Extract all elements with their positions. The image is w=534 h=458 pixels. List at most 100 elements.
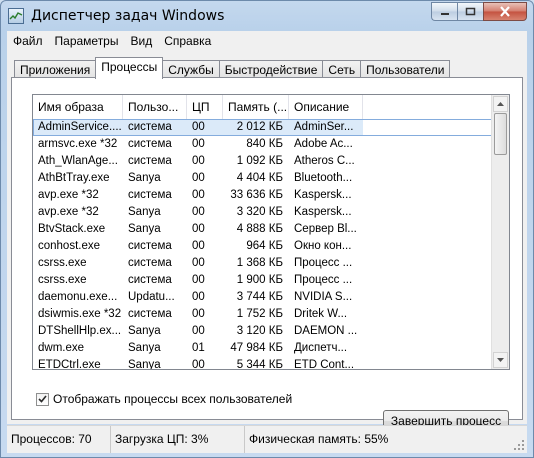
scroll-thumb[interactable] bbox=[494, 113, 507, 155]
cell-image-name: conhost.exe bbox=[38, 240, 101, 252]
tab-users[interactable]: Пользователи bbox=[360, 60, 451, 78]
tab-performance[interactable]: Быстродействие bbox=[218, 60, 324, 78]
cell-memory: 3 744 КБ bbox=[236, 291, 283, 303]
cell-user: система bbox=[123, 119, 187, 136]
cell-memory: 33 636 КБ bbox=[230, 189, 283, 201]
table-row[interactable]: AdminService.... система 00 2 012 КБ AdminSe… bbox=[33, 119, 493, 136]
menu-options[interactable]: Параметры bbox=[49, 32, 125, 50]
cell-image-name: avp.exe *32 bbox=[38, 189, 99, 201]
table-row[interactable]: csrss.exe система 00 1 900 КБ Процесс ... bbox=[33, 272, 493, 289]
cell-user: система bbox=[128, 257, 172, 269]
cell-memory: 4 404 КБ bbox=[236, 172, 283, 184]
table-row[interactable]: AthBtTray.exe Sanya 00 4 404 КБ Bluetooth... bbox=[33, 170, 493, 187]
checkmark-icon bbox=[38, 395, 47, 403]
menu-view[interactable]: Вид bbox=[124, 32, 158, 50]
cell-image-name: dwm.exe bbox=[38, 342, 85, 354]
cell-memory: 47 984 КБ bbox=[230, 342, 283, 354]
column-description[interactable]: Описание bbox=[289, 95, 363, 119]
cell-cpu: 00 bbox=[192, 223, 205, 235]
processes-panel: Имя образа Пользо... ЦП Память (... Опис… bbox=[11, 77, 523, 432]
status-bar: Процессов: 70 Загрузка ЦП: 3% Физическая… bbox=[7, 425, 527, 453]
table-row[interactable]: Ath_WlanAge... система 00 1 092 КБ Atheros C… bbox=[33, 153, 493, 170]
table-row[interactable]: conhost.exe система 00 964 КБ Окно кон... bbox=[33, 238, 493, 255]
close-button[interactable] bbox=[483, 2, 527, 21]
task-manager-icon bbox=[8, 8, 24, 24]
table-row[interactable]: ETDCtrl.exe Sanya 00 5 344 КБ ETD Cont... bbox=[33, 357, 493, 370]
cell-user: Sanya bbox=[128, 206, 161, 218]
cell-memory: 3 320 КБ bbox=[236, 206, 283, 218]
table-row[interactable]: dwm.exe Sanya 01 47 984 КБ Диспетч... bbox=[33, 340, 493, 357]
list-body: AdminService.... система 00 2 012 КБ AdminSe… bbox=[33, 119, 493, 369]
cell-user: система bbox=[128, 240, 172, 252]
process-list[interactable]: Имя образа Пользо... ЦП Память (... Опис… bbox=[32, 94, 510, 370]
cell-image-name: AdminService.... bbox=[33, 119, 123, 136]
cell-user: Sanya bbox=[128, 342, 161, 354]
cell-cpu: 00 bbox=[192, 172, 205, 184]
column-cpu[interactable]: ЦП bbox=[187, 95, 223, 119]
cell-cpu: 01 bbox=[192, 342, 205, 354]
table-row[interactable]: BtvStack.exe Sanya 00 4 888 КБ Сервер Bl... bbox=[33, 221, 493, 238]
arrow-down-icon bbox=[497, 358, 504, 362]
tab-applications[interactable]: Приложения bbox=[14, 60, 97, 78]
menu-bar: Файл Параметры Вид Справка bbox=[7, 31, 527, 51]
tab-network[interactable]: Сеть bbox=[322, 60, 362, 78]
cell-description: Сервер Bl... bbox=[294, 223, 357, 235]
cell-description: Adobe Ac... bbox=[294, 138, 353, 150]
maximize-button[interactable] bbox=[457, 2, 483, 21]
cell-user: система bbox=[128, 308, 172, 320]
cell-image-name: csrss.exe bbox=[38, 274, 87, 286]
tab-services[interactable]: Службы bbox=[162, 60, 220, 78]
cell-memory: 1 752 КБ bbox=[236, 308, 283, 320]
cell-image-name: BtvStack.exe bbox=[38, 223, 106, 235]
menu-help[interactable]: Справка bbox=[158, 32, 217, 50]
cell-cpu: 00 bbox=[192, 257, 205, 269]
cell-cpu: 00 bbox=[192, 138, 205, 150]
cell-image-name: daemonu.exe... bbox=[38, 291, 118, 303]
vertical-scrollbar[interactable] bbox=[491, 95, 509, 369]
cell-description: Окно кон... bbox=[294, 240, 352, 252]
cell-user: Sanya bbox=[128, 359, 161, 370]
table-row[interactable]: csrss.exe система 00 1 368 КБ Процесс ... bbox=[33, 255, 493, 272]
tab-strip: Приложения Процессы Службы Быстродействи… bbox=[14, 57, 451, 79]
client-area: Приложения Процессы Службы Быстродействи… bbox=[7, 51, 527, 432]
cell-description: Kaspersk... bbox=[294, 206, 352, 218]
cell-cpu: 00 bbox=[192, 189, 205, 201]
show-all-users-checkbox[interactable] bbox=[36, 392, 49, 406]
cell-user: Sanya bbox=[128, 223, 161, 235]
cell-description: Диспетч... bbox=[294, 342, 348, 354]
resize-grip-icon[interactable] bbox=[514, 440, 525, 451]
cell-user: система bbox=[128, 138, 172, 150]
minimize-button[interactable] bbox=[431, 2, 457, 21]
table-row[interactable]: daemonu.exe... Updatu... 00 3 744 КБ NVIDIA … bbox=[33, 289, 493, 306]
table-row[interactable]: dsiwmis.exe *32 система 00 1 752 КБ Dritek W… bbox=[33, 306, 493, 323]
cell-memory: 2 012 КБ bbox=[223, 119, 289, 136]
column-image-name[interactable]: Имя образа bbox=[33, 95, 123, 119]
tab-processes[interactable]: Процессы bbox=[95, 57, 164, 79]
cell-cpu: 00 bbox=[192, 206, 205, 218]
cell-description: DAEMON ... bbox=[294, 325, 358, 337]
title-bar[interactable]: Диспетчер задач Windows bbox=[1, 1, 533, 31]
menu-file[interactable]: Файл bbox=[7, 32, 49, 50]
cell-image-name: ETDCtrl.exe bbox=[38, 359, 101, 370]
show-all-users-option[interactable]: Отображать процессы всех пользователей bbox=[36, 392, 292, 406]
cell-description: Atheros C... bbox=[294, 155, 355, 167]
table-row[interactable]: avp.exe *32 Sanya 00 3 320 КБ Kaspersk... bbox=[33, 204, 493, 221]
column-memory[interactable]: Память (... bbox=[223, 95, 289, 119]
cell-description: AdminSer... bbox=[289, 119, 363, 136]
cell-memory: 1 092 КБ bbox=[236, 155, 283, 167]
table-row[interactable]: DTShellHlp.ex... Sanya 00 3 120 КБ DAEMON ..… bbox=[33, 323, 493, 340]
cell-memory: 5 344 КБ bbox=[236, 359, 283, 370]
table-row[interactable]: armsvc.exe *32 система 00 840 КБ Adobe Ac... bbox=[33, 136, 493, 153]
cell-cpu: 00 bbox=[192, 325, 205, 337]
cell-user: система bbox=[128, 274, 172, 286]
cell-description: Dritek W... bbox=[294, 308, 348, 320]
table-row[interactable]: avp.exe *32 система 00 33 636 КБ Kaspersk... bbox=[33, 187, 493, 204]
cell-description: Kaspersk... bbox=[294, 189, 352, 201]
cell-user: Sanya bbox=[128, 325, 161, 337]
column-user[interactable]: Пользо... bbox=[123, 95, 187, 119]
scroll-down-button[interactable] bbox=[493, 352, 508, 368]
cell-description: Bluetooth... bbox=[294, 172, 353, 184]
list-header: Имя образа Пользо... ЦП Память (... Опис… bbox=[33, 95, 363, 119]
cell-cpu: 00 bbox=[192, 359, 205, 370]
scroll-up-button[interactable] bbox=[493, 96, 508, 112]
